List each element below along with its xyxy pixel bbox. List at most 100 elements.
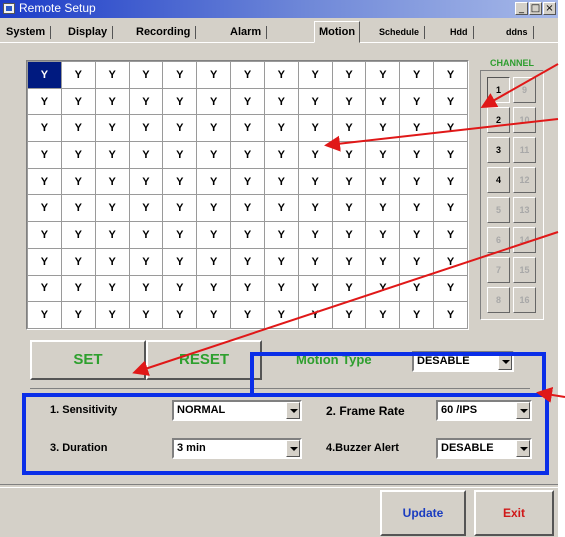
grid-cell[interactable]: Y [162,87,198,116]
grid-cell[interactable]: Y [230,141,265,169]
grid-cell[interactable]: Y [128,61,164,89]
grid-cell[interactable]: Y [230,87,265,116]
grid-cell[interactable]: Y [60,114,96,143]
close-button[interactable]: × [543,2,556,15]
grid-cell[interactable]: Y [365,274,401,303]
minimize-button[interactable]: _ [515,2,528,15]
grid-cell[interactable]: Y [230,194,265,223]
tab-schedule[interactable]: Schedule [375,24,426,41]
exit-button[interactable]: Exit [474,490,554,536]
channel-button-2[interactable]: 2 [487,107,510,133]
grid-cell[interactable]: Y [27,301,62,329]
grid-cell[interactable]: Y [162,274,198,303]
grid-cell[interactable]: Y [399,141,435,169]
tab-display[interactable]: Display [64,24,114,41]
grid-cell[interactable]: Y [433,167,468,196]
grid-cell[interactable]: Y [27,247,62,276]
grid-cell[interactable]: Y [433,87,468,116]
grid-cell[interactable]: Y [433,274,468,303]
channel-button-3[interactable]: 3 [487,137,510,163]
grid-cell[interactable]: Y [196,274,232,303]
grid-cell[interactable]: Y [94,61,130,89]
grid-cell[interactable]: Y [128,114,164,143]
grid-cell[interactable]: Y [263,247,299,276]
grid-cell[interactable]: Y [94,221,130,249]
grid-cell[interactable]: Y [331,301,367,329]
grid-cell[interactable]: Y [297,247,333,276]
grid-cell[interactable]: Y [128,141,164,169]
grid-cell[interactable]: Y [162,247,198,276]
grid-cell[interactable]: Y [196,194,232,223]
grid-cell[interactable]: Y [263,141,299,169]
grid-cell[interactable]: Y [60,141,96,169]
grid-cell[interactable]: Y [230,274,265,303]
grid-cell[interactable]: Y [399,247,435,276]
grid-cell[interactable]: Y [365,87,401,116]
grid-cell[interactable]: Y [399,221,435,249]
set-button[interactable]: SET [30,340,146,380]
grid-cell[interactable]: Y [162,194,198,223]
grid-cell[interactable]: Y [230,247,265,276]
update-button[interactable]: Update [380,490,466,536]
grid-cell[interactable]: Y [331,61,367,89]
grid-cell[interactable]: Y [94,301,130,329]
grid-cell[interactable]: Y [60,221,96,249]
grid-cell[interactable]: Y [331,114,367,143]
grid-cell[interactable]: Y [128,301,164,329]
channel-button-10[interactable]: 10 [513,107,536,133]
channel-button-15[interactable]: 15 [513,257,536,283]
grid-cell[interactable]: Y [230,167,265,196]
grid-cell[interactable]: Y [297,194,333,223]
grid-cell[interactable]: Y [94,274,130,303]
grid-cell[interactable]: Y [27,61,62,89]
grid-cell[interactable]: Y [399,194,435,223]
grid-cell[interactable]: Y [433,301,468,329]
tab-hdd[interactable]: Hdd [446,24,473,41]
channel-button-16[interactable]: 16 [513,287,536,313]
grid-cell[interactable]: Y [128,194,164,223]
grid-cell[interactable]: Y [60,87,96,116]
reset-button[interactable]: RESET [146,340,262,380]
grid-cell[interactable]: Y [365,301,401,329]
grid-cell[interactable]: Y [162,114,198,143]
grid-cell[interactable]: Y [399,87,435,116]
grid-cell[interactable]: Y [196,87,232,116]
grid-cell[interactable]: Y [433,194,468,223]
grid-cell[interactable]: Y [27,114,62,143]
grid-cell[interactable]: Y [399,274,435,303]
grid-cell[interactable]: Y [60,301,96,329]
grid-cell[interactable]: Y [297,221,333,249]
grid-cell[interactable]: Y [297,141,333,169]
tab-recording[interactable]: Recording [132,24,197,41]
grid-cell[interactable]: Y [433,61,468,89]
grid-cell[interactable]: Y [128,221,164,249]
grid-cell[interactable]: Y [331,87,367,116]
grid-cell[interactable]: Y [230,114,265,143]
grid-cell[interactable]: Y [297,114,333,143]
grid-cell[interactable]: Y [399,301,435,329]
channel-button-13[interactable]: 13 [513,197,536,223]
grid-cell[interactable]: Y [263,274,299,303]
grid-cell[interactable]: Y [94,87,130,116]
grid-cell[interactable]: Y [331,274,367,303]
grid-cell[interactable]: Y [60,167,96,196]
grid-cell[interactable]: Y [263,61,299,89]
grid-cell[interactable]: Y [60,61,96,89]
grid-cell[interactable]: Y [162,301,198,329]
grid-cell[interactable]: Y [365,141,401,169]
grid-cell[interactable]: Y [365,221,401,249]
grid-cell[interactable]: Y [331,194,367,223]
grid-cell[interactable]: Y [297,87,333,116]
grid-cell[interactable]: Y [128,167,164,196]
grid-cell[interactable]: Y [27,274,62,303]
maximize-button[interactable]: □ [529,2,542,15]
channel-button-6[interactable]: 6 [487,227,510,253]
grid-cell[interactable]: Y [263,221,299,249]
grid-cell[interactable]: Y [196,141,232,169]
channel-button-4[interactable]: 4 [487,167,510,193]
grid-cell[interactable]: Y [263,114,299,143]
grid-cell[interactable]: Y [365,247,401,276]
grid-cell[interactable]: Y [297,167,333,196]
channel-button-11[interactable]: 11 [513,137,536,163]
grid-cell[interactable]: Y [196,301,232,329]
